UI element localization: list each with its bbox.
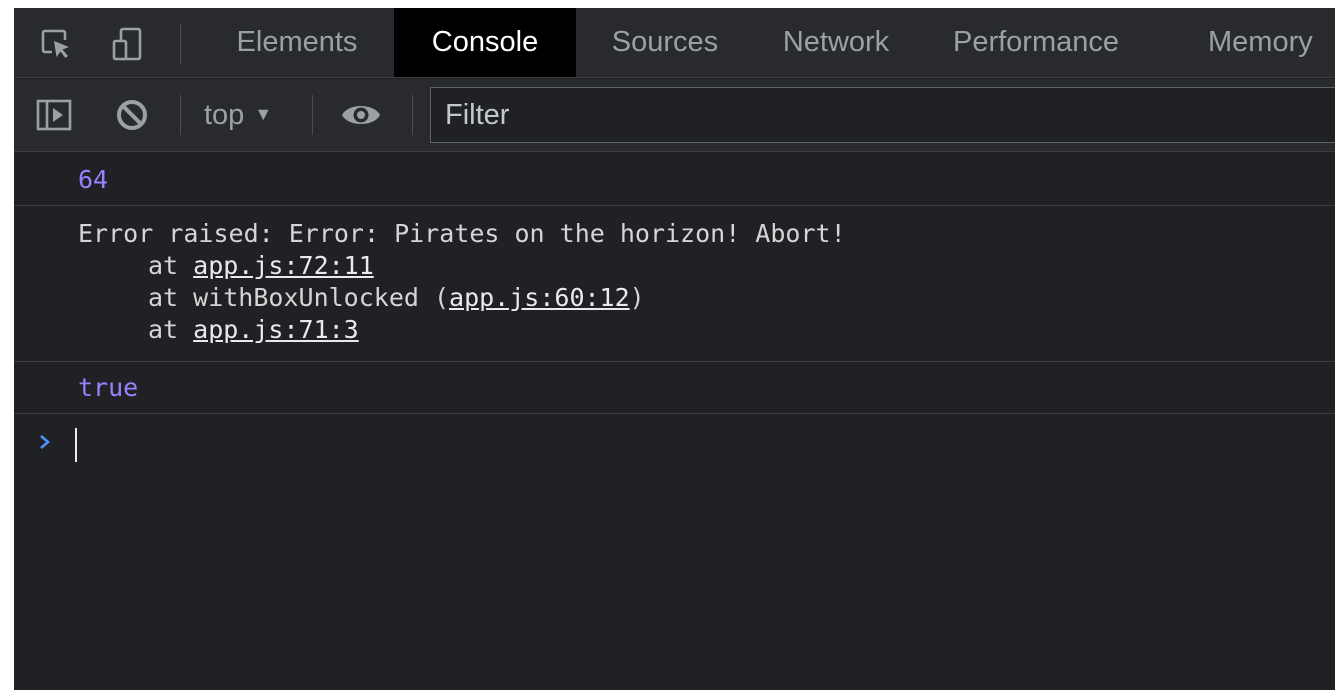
console-message-boolean: true	[14, 362, 1335, 414]
tab-console[interactable]: Console	[394, 8, 576, 77]
inspect-element-icon[interactable]	[38, 26, 74, 62]
device-toolbar-icon[interactable]	[110, 26, 146, 62]
stack-prefix: at	[148, 315, 194, 344]
console-toolbar: top ▼	[14, 79, 1335, 152]
devtools-panel: Elements Console Sources Network Perform…	[14, 8, 1335, 690]
toolbar-divider	[180, 95, 181, 135]
source-link[interactable]: app.js:72:11	[193, 251, 374, 280]
toolbar-divider	[412, 95, 413, 135]
stack-suffix: )	[629, 283, 645, 312]
dropdown-arrow-icon: ▼	[254, 104, 273, 124]
tab-memory[interactable]: Memory	[1164, 8, 1335, 77]
tab-elements[interactable]: Elements	[202, 8, 392, 77]
console-messages: 64 Error raised: Error: Pirates on the h…	[14, 152, 1335, 690]
show-sidebar-icon[interactable]	[36, 97, 72, 133]
tab-performance[interactable]: Performance	[920, 8, 1152, 77]
live-expression-eye-icon[interactable]	[340, 95, 382, 135]
source-link[interactable]: app.js:71:3	[193, 315, 359, 344]
tab-bar-divider	[180, 24, 181, 64]
stack-function: withBoxUnlocked (	[193, 283, 450, 312]
context-value: top	[204, 99, 245, 131]
tab-sources[interactable]: Sources	[576, 8, 754, 77]
source-link[interactable]: app.js:60:12	[449, 283, 630, 312]
console-message-error: Error raised: Error: Pirates on the hori…	[14, 206, 1335, 362]
stack-frame: at app.js:71:3	[78, 312, 359, 348]
number-value: 64	[78, 165, 109, 194]
boolean-value: true	[78, 373, 139, 402]
error-message: Error raised: Error: Pirates on the hori…	[78, 219, 846, 248]
text-caret	[75, 428, 77, 462]
stack-prefix: at	[148, 251, 194, 280]
filter-input[interactable]	[431, 88, 1335, 142]
javascript-context-select[interactable]: top ▼	[204, 93, 272, 137]
console-message-number: 64	[14, 152, 1335, 206]
console-prompt[interactable]	[14, 414, 1335, 478]
filter-box	[430, 87, 1335, 143]
stack-prefix: at	[148, 283, 194, 312]
prompt-chevron-icon	[40, 435, 50, 449]
tab-network[interactable]: Network	[754, 8, 918, 77]
stack-frame: at app.js:72:11	[78, 248, 374, 284]
stack-frame: at withBoxUnlocked (app.js:60:12)	[78, 280, 645, 316]
clear-console-icon[interactable]	[114, 97, 150, 133]
toolbar-divider	[312, 95, 313, 135]
devtools-tab-bar: Elements Console Sources Network Perform…	[14, 8, 1335, 78]
